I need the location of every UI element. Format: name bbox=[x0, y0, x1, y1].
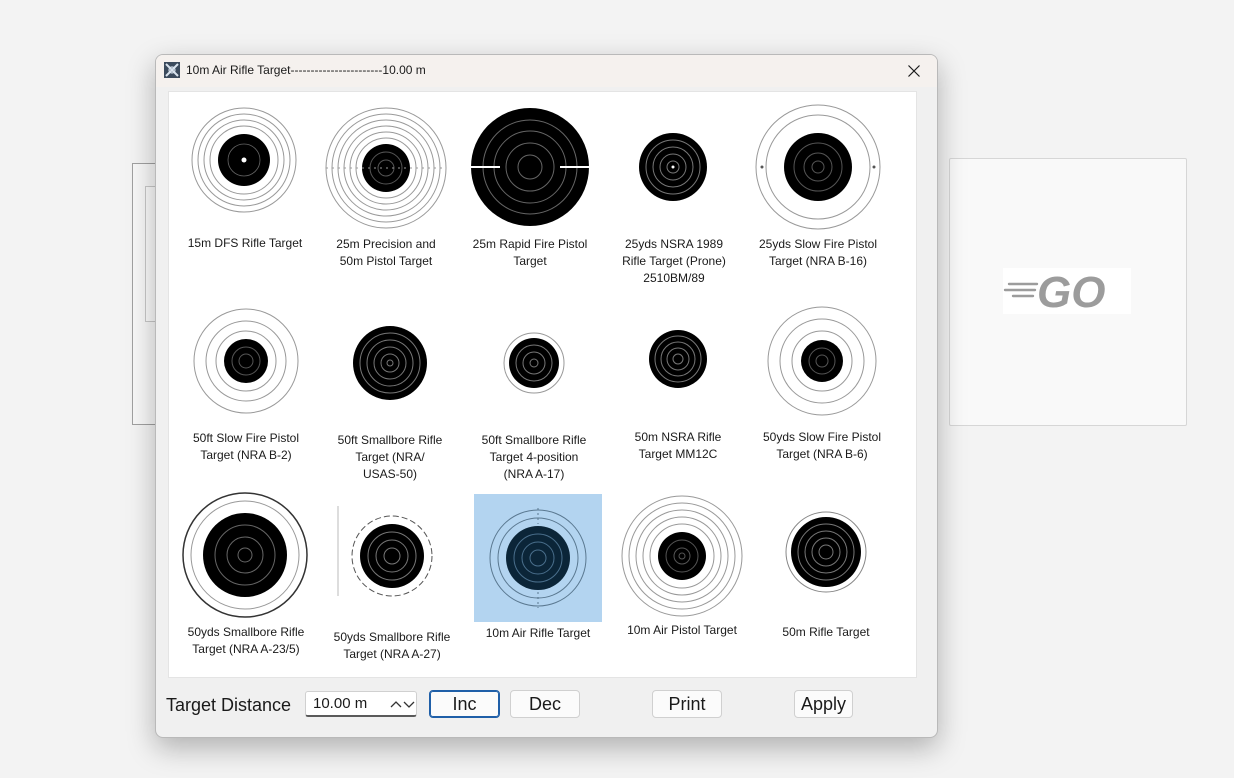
target-thumbnail bbox=[610, 103, 737, 232]
target-tile[interactable]: 10m Air Rifle Target bbox=[474, 494, 604, 654]
target-distance-label: Target Distance bbox=[166, 695, 292, 715]
target-tile[interactable]: 25yds Slow Fire Pistol Target (NRA B-16) bbox=[754, 103, 884, 273]
target-thumbnail bbox=[614, 299, 742, 423]
target-label: 25m Precision and 50m Pistol Target bbox=[336, 237, 436, 268]
spin-down-button[interactable] bbox=[403, 697, 415, 711]
target-label: 25yds NSRA 1989 Rifle Target (Prone) 251… bbox=[622, 237, 726, 285]
apply-button[interactable]: Apply bbox=[794, 690, 853, 718]
window-title: 10m Air Rifle Target--------------------… bbox=[186, 63, 426, 77]
target-distance-value[interactable]: 10.00 m bbox=[313, 695, 367, 712]
target-tile[interactable]: 50m Rifle Target bbox=[762, 492, 892, 652]
target-dialog: 10m Air Rifle Target--------------------… bbox=[155, 54, 938, 738]
inc-button[interactable]: Inc bbox=[429, 690, 500, 718]
target-app-icon bbox=[164, 62, 180, 78]
target-label: 10m Air Pistol Target bbox=[627, 623, 737, 637]
target-tile[interactable]: 25m Rapid Fire Pistol Target bbox=[466, 105, 594, 270]
target-thumbnail bbox=[754, 103, 882, 231]
target-thumbnail bbox=[182, 103, 307, 221]
target-thumbnail bbox=[182, 492, 310, 618]
target-thumbnail bbox=[466, 105, 594, 229]
target-tile[interactable]: 15m DFS Rifle Target bbox=[182, 103, 310, 253]
target-tile[interactable]: 50yds Slow Fire Pistol Target (NRA B-6) bbox=[758, 299, 888, 469]
target-distance-spinbox[interactable]: 10.00 m bbox=[305, 691, 417, 717]
target-thumbnail bbox=[618, 492, 746, 620]
go-logo: GO bbox=[1003, 268, 1131, 317]
close-icon bbox=[908, 65, 920, 77]
target-tile[interactable]: 10m Air Pistol Target bbox=[618, 492, 748, 652]
target-label: 50ft Smallbore Rifle Target 4-position (… bbox=[481, 433, 587, 481]
target-thumbnail bbox=[762, 492, 890, 620]
target-tile[interactable]: 25m Precision and 50m Pistol Target bbox=[323, 105, 451, 270]
target-label: 25m Rapid Fire Pistol Target bbox=[472, 237, 588, 268]
target-tile[interactable]: 50ft Smallbore Rifle Target 4-position (… bbox=[470, 299, 600, 484]
target-gallery[interactable]: 15m DFS Rifle Target 25m Precision and 5… bbox=[168, 91, 917, 678]
target-tile[interactable]: 25yds NSRA 1989 Rifle Target (Prone) 251… bbox=[610, 103, 740, 288]
target-tile[interactable]: 50yds Smallbore Rifle Target (NRA A-27) bbox=[326, 492, 458, 667]
svg-text:GO: GO bbox=[1037, 268, 1105, 314]
title-bar: 10m Air Rifle Target--------------------… bbox=[156, 55, 937, 87]
controls-bar: Target Distance 10.00 m Inc Dec Print Ap… bbox=[156, 683, 937, 737]
chevron-up-icon bbox=[390, 701, 402, 708]
target-label: 50m Rifle Target bbox=[782, 625, 870, 639]
target-tile[interactable]: 50ft Smallbore Rifle Target (NRA/ USAS-5… bbox=[326, 299, 456, 484]
target-label: 10m Air Rifle Target bbox=[485, 626, 591, 640]
chevron-down-icon bbox=[403, 701, 415, 708]
target-tile[interactable]: 50ft Slow Fire Pistol Target (NRA B-2) bbox=[182, 299, 312, 469]
dec-button[interactable]: Dec bbox=[510, 690, 580, 718]
target-label: 25yds Slow Fire Pistol Target (NRA B-16) bbox=[758, 237, 878, 268]
target-thumbnail bbox=[182, 299, 310, 423]
target-label: 50m NSRA Rifle Target MM12C bbox=[634, 430, 722, 461]
target-label: 50yds Slow Fire Pistol Target (NRA B-6) bbox=[762, 430, 882, 461]
target-tile[interactable]: 50yds Smallbore Rifle Target (NRA A-23/5… bbox=[182, 492, 312, 662]
target-label: 50yds Smallbore Rifle Target (NRA A-27) bbox=[333, 630, 451, 661]
print-button[interactable]: Print bbox=[652, 690, 722, 718]
target-thumbnail bbox=[470, 299, 598, 427]
target-thumbnail bbox=[326, 492, 458, 624]
target-label: 50ft Slow Fire Pistol Target (NRA B-2) bbox=[192, 431, 300, 462]
target-thumbnail bbox=[474, 494, 602, 622]
target-label: 15m DFS Rifle Target bbox=[187, 236, 303, 250]
target-label: 50yds Smallbore Rifle Target (NRA A-23/5… bbox=[187, 625, 305, 656]
spin-up-button[interactable] bbox=[390, 697, 402, 711]
target-tile[interactable]: 50m NSRA Rifle Target MM12C bbox=[614, 299, 744, 469]
target-thumbnail bbox=[326, 299, 454, 427]
target-thumbnail bbox=[323, 105, 450, 232]
target-thumbnail bbox=[758, 299, 886, 423]
target-label: 50ft Smallbore Rifle Target (NRA/ USAS-5… bbox=[337, 433, 443, 481]
close-button[interactable] bbox=[891, 55, 937, 87]
